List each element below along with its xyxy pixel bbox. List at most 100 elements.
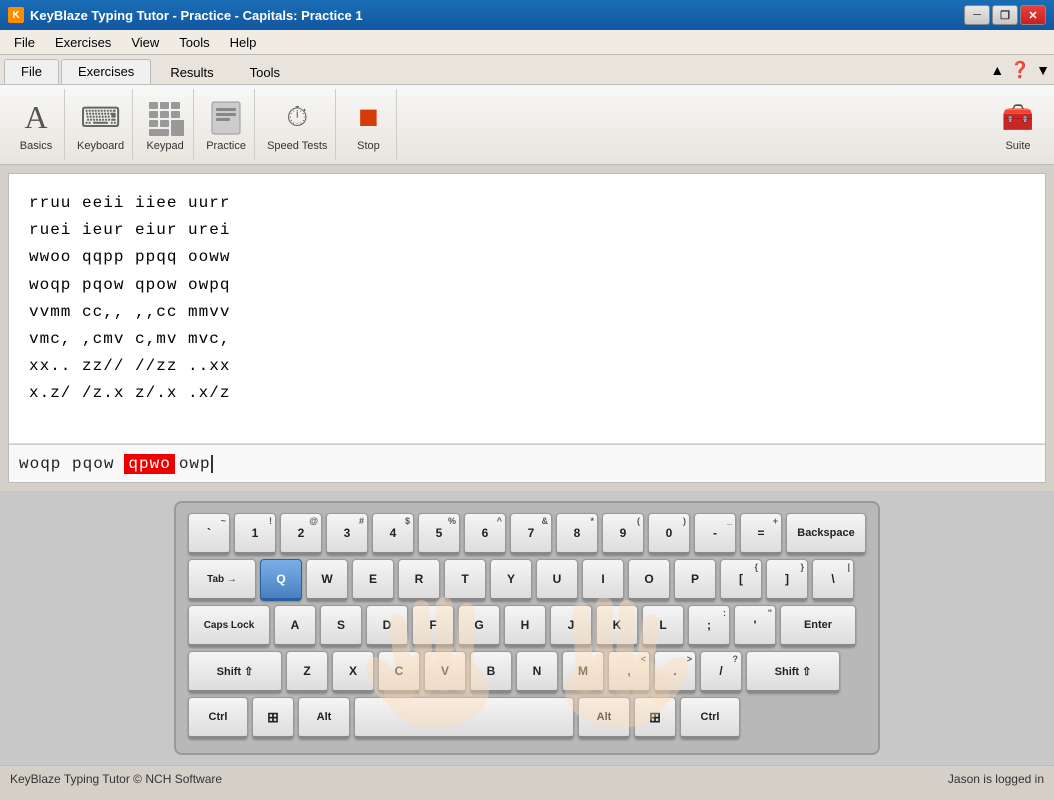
key-z[interactable]: Z	[286, 651, 328, 693]
key-1[interactable]: !1	[234, 513, 276, 555]
key-shift-right[interactable]: Shift ⇧	[746, 651, 840, 693]
toolbar-basics[interactable]: A Basics	[8, 89, 65, 160]
key-b[interactable]: B	[470, 651, 512, 693]
practice-line-5: vmc, ,cmv c,mv mvc,	[29, 326, 1025, 353]
input-current-text: owp	[179, 455, 211, 473]
key-s[interactable]: S	[320, 605, 362, 647]
key-minus[interactable]: _-	[694, 513, 736, 555]
key-win-left[interactable]: ⊞	[252, 697, 294, 739]
key-backspace[interactable]: Backspace	[786, 513, 866, 555]
key-enter[interactable]: Enter	[780, 605, 856, 647]
key-f[interactable]: F	[412, 605, 454, 647]
menu-help[interactable]: Help	[220, 33, 267, 52]
toolbar-suite[interactable]: 🧰 Suite	[990, 89, 1046, 160]
key-bracket-left[interactable]: {[	[720, 559, 762, 601]
key-capslock[interactable]: Caps Lock	[188, 605, 270, 647]
tab-file[interactable]: File	[4, 59, 59, 84]
tab-results[interactable]: Results	[153, 60, 230, 84]
practice-label: Practice	[206, 140, 246, 152]
key-i[interactable]: I	[582, 559, 624, 601]
key-u[interactable]: U	[536, 559, 578, 601]
toolbar-stop[interactable]: ■ Stop	[340, 89, 397, 160]
speed-tests-icon: ⏱	[277, 98, 317, 138]
menu-view[interactable]: View	[121, 33, 169, 52]
input-line[interactable]: woqp pqow qpwo owp	[9, 444, 1045, 482]
menu-exercises[interactable]: Exercises	[45, 33, 121, 52]
key-alt-left[interactable]: Alt	[298, 697, 350, 739]
key-o[interactable]: O	[628, 559, 670, 601]
key-space[interactable]	[354, 697, 574, 739]
key-bracket-right[interactable]: }]	[766, 559, 808, 601]
key-ctrl-left[interactable]: Ctrl	[188, 697, 248, 739]
key-x[interactable]: X	[332, 651, 374, 693]
suite-icon: 🧰	[998, 98, 1038, 138]
restore-button[interactable]: ❐	[992, 5, 1018, 25]
key-comma[interactable]: <,	[608, 651, 650, 693]
status-bar: KeyBlaze Typing Tutor © NCH Software Jas…	[0, 765, 1054, 791]
key-9[interactable]: (9	[602, 513, 644, 555]
key-tab[interactable]: Tab →	[188, 559, 256, 601]
practice-line-1: ruei ieur eiur urei	[29, 217, 1025, 244]
key-equals[interactable]: +=	[740, 513, 782, 555]
key-4[interactable]: $4	[372, 513, 414, 555]
key-3[interactable]: #3	[326, 513, 368, 555]
key-alt-right[interactable]: Alt	[578, 697, 630, 739]
main-content: rruu eeii iiee uurr ruei ieur eiur urei …	[8, 173, 1046, 483]
key-c[interactable]: C	[378, 651, 420, 693]
key-5[interactable]: %5	[418, 513, 460, 555]
suite-label: Suite	[1005, 140, 1030, 152]
key-quote[interactable]: "'	[734, 605, 776, 647]
key-k[interactable]: K	[596, 605, 638, 647]
key-win-right[interactable]: ⊞	[634, 697, 676, 739]
menu-tools[interactable]: Tools	[169, 33, 219, 52]
key-q[interactable]: Q	[260, 559, 302, 601]
key-backslash[interactable]: |\	[812, 559, 854, 601]
key-backtick[interactable]: ~`	[188, 513, 230, 555]
key-slash[interactable]: ?/	[700, 651, 742, 693]
key-r[interactable]: R	[398, 559, 440, 601]
keyboard-icon: ⌨	[81, 98, 121, 138]
close-button[interactable]: ✕	[1020, 5, 1046, 25]
key-l[interactable]: L	[642, 605, 684, 647]
ribbon-menu-button[interactable]: ▼	[1036, 62, 1050, 78]
key-a[interactable]: A	[274, 605, 316, 647]
toolbar-practice[interactable]: Practice	[198, 89, 255, 160]
key-shift-left[interactable]: Shift ⇧	[188, 651, 282, 693]
key-d[interactable]: D	[366, 605, 408, 647]
key-row-zxcv: Shift ⇧ Z X C V B N M <, >. ?/ Shift ⇧	[188, 651, 866, 693]
key-ctrl-right[interactable]: Ctrl	[680, 697, 740, 739]
tab-tools[interactable]: Tools	[233, 60, 297, 84]
key-p[interactable]: P	[674, 559, 716, 601]
keypad-icon	[145, 98, 185, 138]
toolbar-speed-tests[interactable]: ⏱ Speed Tests	[259, 89, 336, 160]
key-v[interactable]: V	[424, 651, 466, 693]
ribbon-collapse-button[interactable]: ▲	[990, 62, 1004, 78]
key-w[interactable]: W	[306, 559, 348, 601]
key-j[interactable]: J	[550, 605, 592, 647]
keypad-label: Keypad	[146, 140, 183, 152]
input-correct-text: woqp pqow	[19, 455, 114, 473]
key-8[interactable]: *8	[556, 513, 598, 555]
key-g[interactable]: G	[458, 605, 500, 647]
key-row-asdf: Caps Lock A S D F G H J K L :; "' Enter	[188, 605, 866, 647]
toolbar-keypad[interactable]: Keypad	[137, 89, 194, 160]
help-button[interactable]: ❓	[1010, 60, 1030, 80]
minimize-button[interactable]: ─	[964, 5, 990, 25]
key-period[interactable]: >.	[654, 651, 696, 693]
menu-file[interactable]: File	[4, 33, 45, 52]
key-e[interactable]: E	[352, 559, 394, 601]
key-h[interactable]: H	[504, 605, 546, 647]
key-7[interactable]: &7	[510, 513, 552, 555]
key-n[interactable]: N	[516, 651, 558, 693]
practice-line-6: xx.. zz// //zz ..xx	[29, 353, 1025, 380]
tab-exercises[interactable]: Exercises	[61, 59, 151, 84]
key-2[interactable]: @2	[280, 513, 322, 555]
key-y[interactable]: Y	[490, 559, 532, 601]
key-m[interactable]: M	[562, 651, 604, 693]
text-cursor	[211, 455, 213, 473]
key-6[interactable]: ^6	[464, 513, 506, 555]
key-semicolon[interactable]: :;	[688, 605, 730, 647]
key-0[interactable]: )0	[648, 513, 690, 555]
toolbar-keyboard[interactable]: ⌨ Keyboard	[69, 89, 133, 160]
key-t[interactable]: T	[444, 559, 486, 601]
